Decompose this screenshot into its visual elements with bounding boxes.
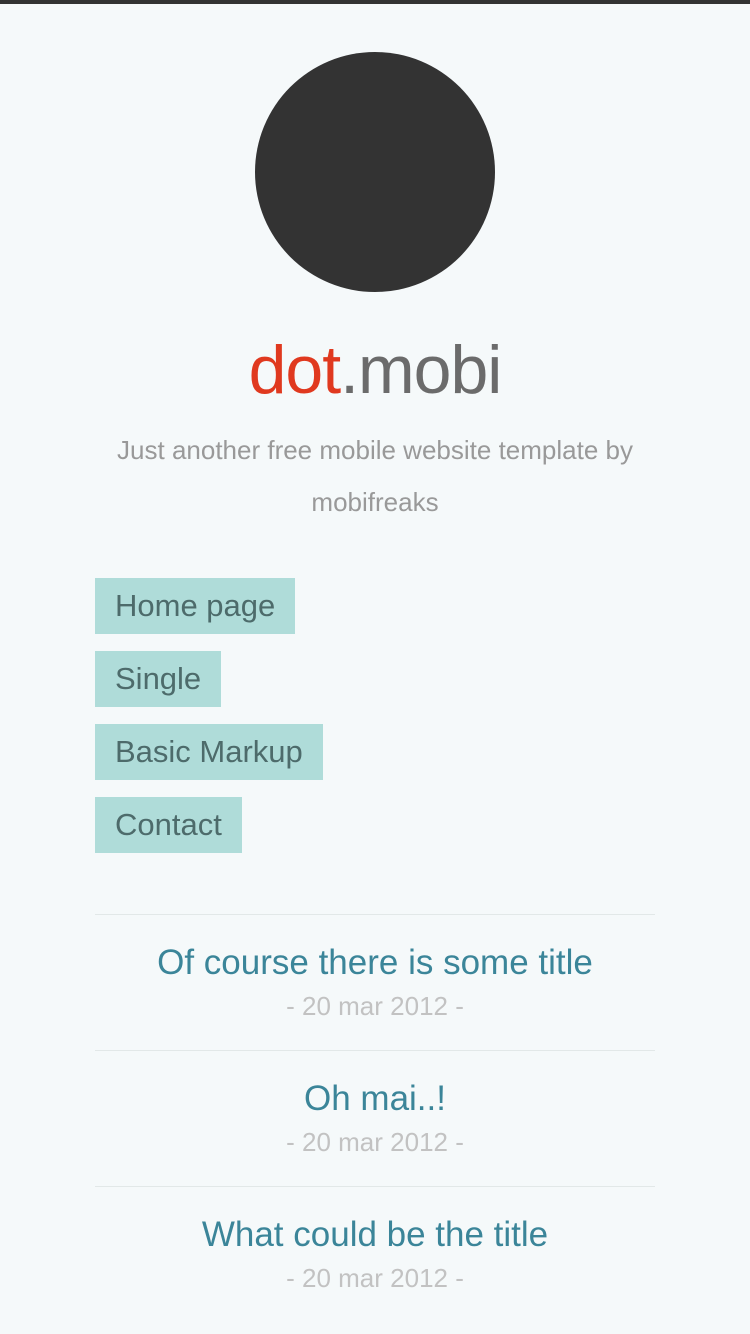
post-item: Of course there is some title - 20 mar 2… (95, 914, 655, 1050)
post-item: What could be the title - 20 mar 2012 - (95, 1186, 655, 1322)
nav-item-basic-markup[interactable]: Basic Markup (95, 724, 323, 780)
post-list: Of course there is some title - 20 mar 2… (95, 914, 655, 1322)
site-logo[interactable] (255, 52, 495, 292)
post-date: - 20 mar 2012 - (286, 991, 464, 1021)
post-date: - 20 mar 2012 - (286, 1263, 464, 1293)
site-title[interactable]: dot.mobi (0, 330, 750, 410)
post-title[interactable]: What could be the title (95, 1187, 655, 1255)
nav-item-home[interactable]: Home page (95, 578, 296, 634)
nav-item-contact[interactable]: Contact (95, 797, 242, 853)
main-nav: Home page Single Basic Markup Contact (95, 578, 323, 870)
top-border (0, 0, 750, 4)
post-title[interactable]: Of course there is some title (95, 915, 655, 983)
nav-item-single[interactable]: Single (95, 651, 222, 707)
site-title-rest: .mobi (340, 332, 502, 408)
site-title-highlight: dot (248, 332, 342, 408)
post-date: - 20 mar 2012 - (286, 1127, 464, 1157)
post-item: Oh mai..! - 20 mar 2012 - (95, 1050, 655, 1186)
site-tagline: Just another free mobile website templat… (117, 435, 633, 517)
post-title[interactable]: Oh mai..! (95, 1051, 655, 1119)
